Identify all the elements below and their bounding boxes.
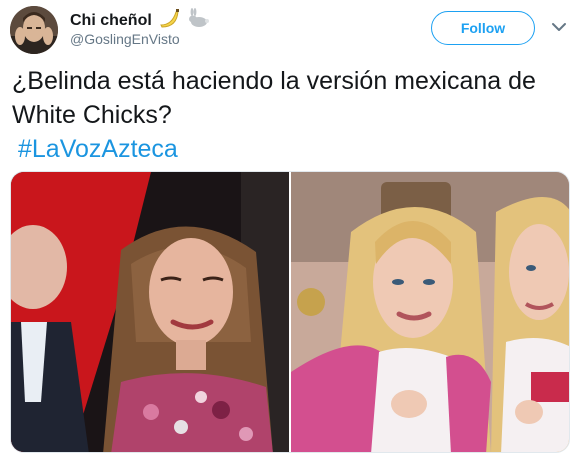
hashtag-link[interactable]: #LaVozAzteca <box>18 132 178 166</box>
media-photo-left[interactable] <box>11 172 289 453</box>
display-name[interactable]: Chi cheñol <box>70 12 152 30</box>
media-photo-right[interactable] <box>291 172 570 453</box>
rabbit-icon <box>186 8 210 33</box>
avatar[interactable] <box>10 6 58 54</box>
tweet-media[interactable] <box>10 171 570 453</box>
avatar-image <box>10 6 58 54</box>
follow-button[interactable]: Follow <box>431 11 535 45</box>
author-name-row[interactable]: Chi cheñol <box>70 8 210 33</box>
author-handle[interactable]: @GoslingEnVisto <box>70 31 180 47</box>
banana-icon <box>158 8 180 33</box>
chevron-down-icon[interactable] <box>551 21 567 33</box>
tweet-text: ¿Belinda está haciendo la versión mexica… <box>12 67 536 129</box>
